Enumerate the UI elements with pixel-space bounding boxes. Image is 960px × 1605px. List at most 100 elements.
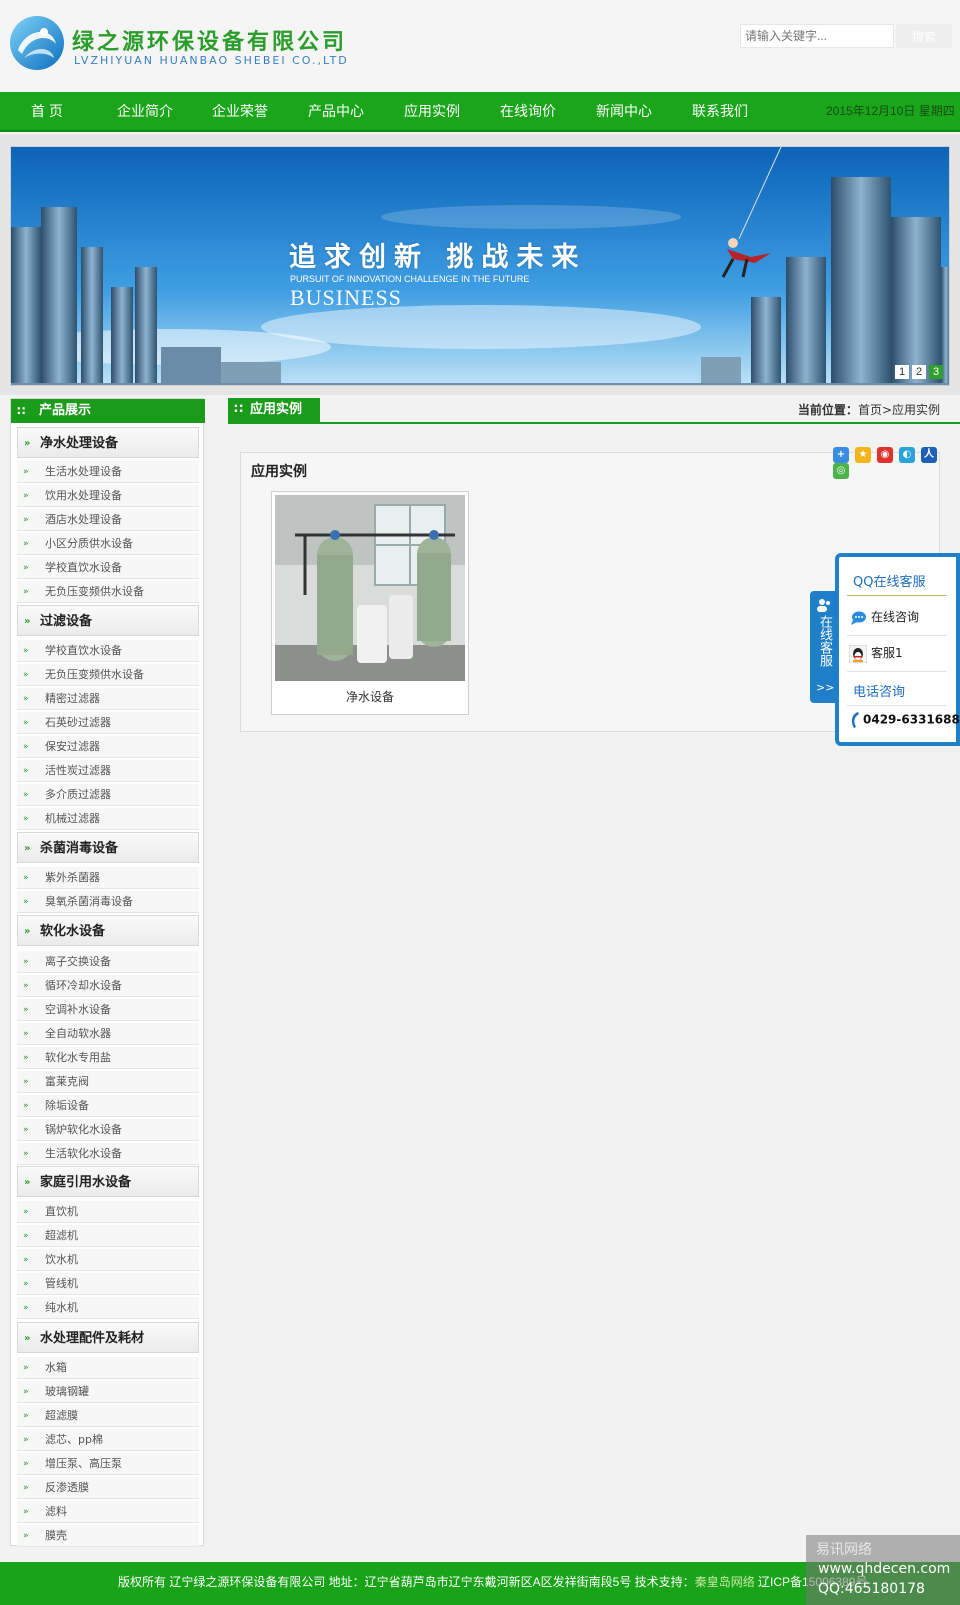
sidebar-item-label: 增压泵、高压泵 bbox=[45, 1457, 122, 1470]
nav-item-honors[interactable]: 企业荣誉 bbox=[212, 92, 268, 130]
arrow-icon: » bbox=[24, 926, 31, 937]
nav-item-cases[interactable]: 应用实例 bbox=[404, 92, 460, 130]
sidebar-item-label: 小区分质供水设备 bbox=[45, 537, 133, 550]
case-caption[interactable]: 净水设备 bbox=[272, 688, 468, 705]
arrow-icon: » bbox=[23, 1531, 29, 1541]
banner-slide[interactable]: 追求创新 挑战未来 PURSUIT OF INNOVATION CHALLENG… bbox=[10, 146, 950, 386]
qzone-icon[interactable]: ★ bbox=[855, 447, 871, 463]
case-card[interactable]: 净水设备 bbox=[271, 491, 469, 715]
sidebar-item-label: 反渗透膜 bbox=[45, 1481, 89, 1494]
logo[interactable]: 绿之源环保设备有限公司 LVZHIYUAN HUANBAO SHEBEI CO.… bbox=[8, 14, 380, 74]
sidebar-category[interactable]: » 过滤设备 bbox=[17, 605, 199, 636]
sidebar-item[interactable]: » 生活水处理设备 bbox=[17, 461, 199, 483]
sidebar-item[interactable]: » 无负压变频供水设备 bbox=[17, 664, 199, 686]
sidebar-category[interactable]: » 水处理配件及耗材 bbox=[17, 1322, 199, 1353]
sidebar-item[interactable]: » 管线机 bbox=[17, 1273, 199, 1295]
banner-business: BUSINESS bbox=[290, 285, 402, 310]
nav-item-about[interactable]: 企业简介 bbox=[117, 92, 173, 130]
arrow-icon: » bbox=[23, 1255, 29, 1265]
sidebar-item[interactable]: » 软化水专用盐 bbox=[17, 1047, 199, 1069]
tqq-icon[interactable]: ◐ bbox=[899, 447, 915, 463]
sidebar-item[interactable]: » 全自动软水器 bbox=[17, 1023, 199, 1045]
nav-item-products[interactable]: 产品中心 bbox=[308, 92, 364, 130]
sidebar-item[interactable]: » 直饮机 bbox=[17, 1201, 199, 1223]
search-button[interactable]: 搜索 bbox=[896, 24, 952, 48]
sidebar-category[interactable]: » 家庭引用水设备 bbox=[17, 1166, 199, 1197]
sidebar-item[interactable]: » 反渗透膜 bbox=[17, 1477, 199, 1499]
wechat-icon[interactable]: ◎ bbox=[833, 463, 849, 479]
sidebar-item[interactable]: » 除垢设备 bbox=[17, 1095, 199, 1117]
page: 绿之源环保设备有限公司 LVZHIYUAN HUANBAO SHEBEI CO.… bbox=[0, 0, 960, 1605]
search-input[interactable] bbox=[740, 24, 894, 48]
sidebar-item[interactable]: » 活性炭过滤器 bbox=[17, 760, 199, 782]
sidebar-item[interactable]: » 饮水机 bbox=[17, 1249, 199, 1271]
case-image[interactable] bbox=[275, 495, 465, 681]
sidebar-item[interactable]: » 水箱 bbox=[17, 1357, 199, 1379]
qq-penguin-icon bbox=[849, 644, 867, 663]
renren-icon[interactable]: 人 bbox=[921, 447, 937, 463]
service-title: QQ在线客服 bbox=[853, 575, 926, 590]
sidebar-item-label: 全自动软水器 bbox=[45, 1027, 111, 1040]
sidebar-item[interactable]: » 紫外杀菌器 bbox=[17, 867, 199, 889]
banner-dot-1[interactable]: 1 bbox=[895, 365, 909, 379]
footer-tech-link[interactable]: 秦皇岛网络 bbox=[695, 1575, 755, 1589]
online-consult-link[interactable]: 在线咨询 bbox=[849, 605, 919, 629]
nav-item-contact[interactable]: 联系我们 bbox=[692, 92, 748, 130]
qq-agent-link[interactable]: 客服1 bbox=[849, 641, 903, 665]
arrow-icon: » bbox=[23, 981, 29, 991]
sidebar-item[interactable]: » 学校直饮水设备 bbox=[17, 640, 199, 662]
arrow-icon: » bbox=[24, 438, 31, 449]
banner-dot-2[interactable]: 2 bbox=[912, 365, 926, 379]
sidebar-item[interactable]: » 石英砂过滤器 bbox=[17, 712, 199, 734]
sidebar-category[interactable]: » 杀菌消毒设备 bbox=[17, 832, 199, 863]
sidebar-item[interactable]: » 臭氧杀菌消毒设备 bbox=[17, 891, 199, 913]
sidebar-item-label: 离子交换设备 bbox=[45, 955, 111, 968]
sidebar-item[interactable]: » 无负压变频供水设备 bbox=[17, 581, 199, 603]
sidebar-item[interactable]: » 超滤机 bbox=[17, 1225, 199, 1247]
watermark-qq: QQ:465180178 bbox=[818, 1581, 925, 1597]
sidebar-item[interactable]: » 锅炉软化水设备 bbox=[17, 1119, 199, 1141]
sidebar-category[interactable]: » 软化水设备 bbox=[17, 915, 199, 946]
sidebar-item[interactable]: » 机械过滤器 bbox=[17, 808, 199, 830]
sidebar-item[interactable]: » 保安过滤器 bbox=[17, 736, 199, 758]
banner-pager: 1 2 3 bbox=[892, 365, 943, 381]
sidebar-item[interactable]: » 超滤膜 bbox=[17, 1405, 199, 1427]
arrow-icon: » bbox=[23, 1483, 29, 1493]
sidebar-item[interactable]: » 离子交换设备 bbox=[17, 951, 199, 973]
weibo-icon[interactable]: ◉ bbox=[877, 447, 893, 463]
service-toggle-tab[interactable]: 在线客服 >> bbox=[810, 591, 838, 703]
sidebar-item-label: 滤芯、pp棉 bbox=[45, 1433, 103, 1446]
tab-cases[interactable]: ∷ 应用实例 bbox=[228, 398, 320, 422]
banner-dot-3[interactable]: 3 bbox=[929, 365, 943, 379]
arrow-icon: » bbox=[23, 539, 29, 549]
sidebar-item[interactable]: » 增压泵、高压泵 bbox=[17, 1453, 199, 1475]
sidebar-item-label: 机械过滤器 bbox=[45, 812, 100, 825]
sidebar-header: ∷ 产品展示 bbox=[11, 399, 205, 423]
sidebar-item[interactable]: » 富莱克阀 bbox=[17, 1071, 199, 1093]
sidebar-item[interactable]: » 滤料 bbox=[17, 1501, 199, 1523]
share-plus-icon[interactable]: + bbox=[833, 447, 849, 463]
sidebar-item-label: 超滤膜 bbox=[45, 1409, 78, 1422]
sidebar-item[interactable]: » 纯水机 bbox=[17, 1297, 199, 1319]
service-divider bbox=[847, 595, 947, 596]
sidebar-item[interactable]: » 精密过滤器 bbox=[17, 688, 199, 710]
nav-item-news[interactable]: 新闻中心 bbox=[596, 92, 652, 130]
sidebar-item[interactable]: » 饮用水处理设备 bbox=[17, 485, 199, 507]
dots-icon: ∷ bbox=[17, 404, 26, 418]
sidebar-item[interactable]: » 生活软化水设备 bbox=[17, 1143, 199, 1165]
breadcrumb-path[interactable]: 首页>应用实例 bbox=[858, 403, 940, 417]
sidebar-item[interactable]: » 滤芯、pp棉 bbox=[17, 1429, 199, 1451]
sidebar-item[interactable]: » 膜壳 bbox=[17, 1525, 199, 1547]
nav-item-inquiry[interactable]: 在线询价 bbox=[500, 92, 556, 130]
sidebar-item[interactable]: » 空调补水设备 bbox=[17, 999, 199, 1021]
sidebar-item[interactable]: » 学校直饮水设备 bbox=[17, 557, 199, 579]
sidebar-item[interactable]: » 小区分质供水设备 bbox=[17, 533, 199, 555]
sidebar-item[interactable]: » 循环冷却水设备 bbox=[17, 975, 199, 997]
nav-item-home[interactable]: 首 页 bbox=[31, 92, 63, 130]
category-label: 家庭引用水设备 bbox=[40, 1175, 132, 1190]
sidebar-item-label: 玻璃钢罐 bbox=[45, 1385, 89, 1398]
sidebar-category[interactable]: » 净水处理设备 bbox=[17, 427, 199, 458]
sidebar-item[interactable]: » 玻璃钢罐 bbox=[17, 1381, 199, 1403]
sidebar-item[interactable]: » 多介质过滤器 bbox=[17, 784, 199, 806]
sidebar-item[interactable]: » 酒店水处理设备 bbox=[17, 509, 199, 531]
